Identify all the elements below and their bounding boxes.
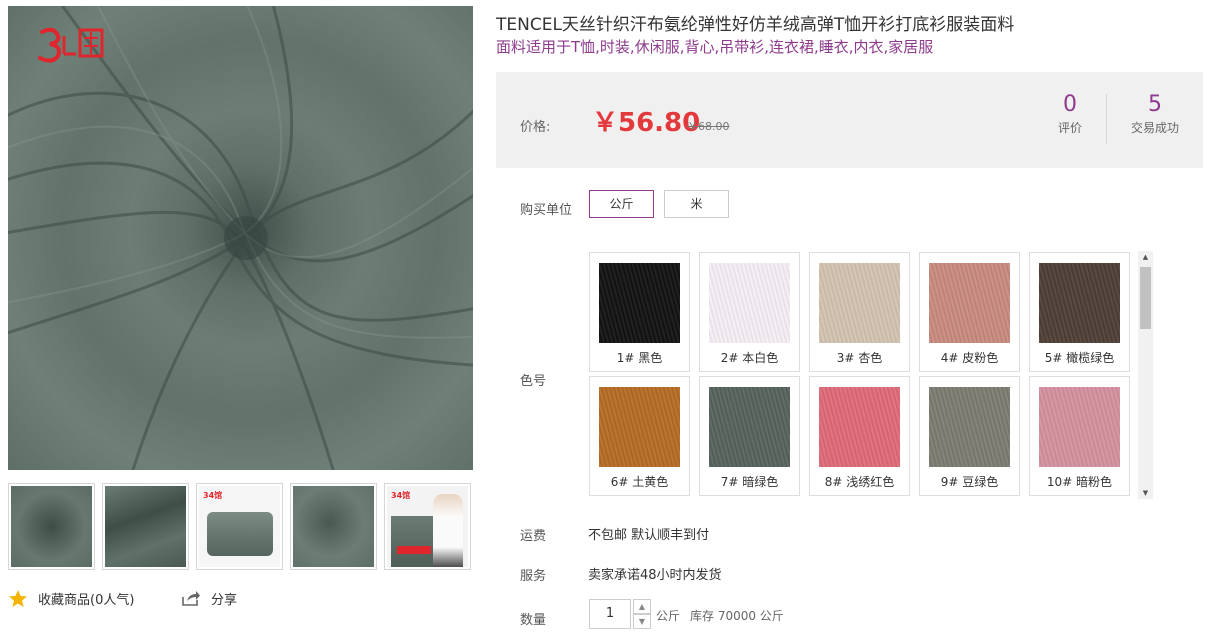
color-swatch[interactable]: 6# 土黄色 bbox=[589, 376, 690, 496]
quantity-label: 数量 bbox=[520, 613, 547, 628]
color-swatch[interactable]: 2# 本白色 bbox=[699, 252, 800, 372]
quantity-increase-icon[interactable]: ▲ bbox=[633, 599, 651, 614]
favorite-button[interactable]: 收藏商品(0人气) bbox=[8, 588, 134, 608]
color-name: 4# 皮粉色 bbox=[940, 351, 999, 365]
sales-stat: 5 交易成功 bbox=[1115, 92, 1195, 136]
thumbnail-3[interactable]: 34馆 bbox=[196, 483, 283, 570]
brand-logo bbox=[36, 24, 106, 66]
quantity-input[interactable]: 1 bbox=[589, 599, 631, 629]
product-title: TENCEL天丝针织汗布氨纶弹性好仿羊绒高弹T恤开衫打底衫服装面料 bbox=[496, 15, 1015, 35]
swatch-scrollbar[interactable]: ▲ ▼ bbox=[1138, 251, 1153, 499]
stat-divider bbox=[1106, 94, 1107, 144]
price-label: 价格: bbox=[520, 120, 551, 135]
color-name: 2# 本白色 bbox=[720, 351, 779, 365]
color-swatch[interactable]: 10# 暗粉色 bbox=[1029, 376, 1130, 496]
color-name: 7# 暗绿色 bbox=[720, 475, 779, 489]
thumbnail-1[interactable] bbox=[8, 483, 95, 570]
star-icon bbox=[8, 589, 28, 608]
original-price: ￥68.00 bbox=[687, 120, 730, 133]
shipping-value: 不包邮 默认顺丰到付 bbox=[588, 528, 710, 543]
color-swatch[interactable]: 4# 皮粉色 bbox=[919, 252, 1020, 372]
product-subtitle: 面料适用于T恤,时装,休闲服,背心,吊带衫,连衣裙,睡衣,内衣,家居服 bbox=[496, 38, 934, 56]
share-icon bbox=[181, 589, 201, 607]
color-swatch[interactable]: 1# 黑色 bbox=[589, 252, 690, 372]
stock-info: 库存 70000 公斤 bbox=[690, 609, 784, 623]
color-swatch[interactable]: 7# 暗绿色 bbox=[699, 376, 800, 496]
thumbnail-5[interactable]: 34馆 bbox=[384, 483, 471, 570]
color-swatch[interactable]: 3# 杏色 bbox=[809, 252, 910, 372]
color-chip bbox=[1039, 263, 1120, 343]
color-swatch[interactable]: 9# 豆绿色 bbox=[919, 376, 1020, 496]
unit-option-meter[interactable]: 米 bbox=[664, 190, 729, 218]
sales-label: 交易成功 bbox=[1130, 121, 1179, 135]
favorite-label: 收藏商品(0人气) bbox=[38, 592, 135, 608]
color-chip bbox=[599, 387, 680, 467]
shipping-label: 运费 bbox=[520, 529, 547, 544]
color-name: 8# 浅绣红色 bbox=[824, 475, 895, 489]
color-chip bbox=[709, 387, 790, 467]
quantity-decrease-icon[interactable]: ▼ bbox=[633, 614, 651, 629]
scrollbar-thumb[interactable] bbox=[1140, 267, 1151, 329]
color-name: 6# 土黄色 bbox=[610, 475, 669, 489]
price-panel: 价格: ￥56.80 ￥68.00 0 评价 5 交易成功 bbox=[496, 72, 1203, 168]
color-chip bbox=[819, 387, 900, 467]
fabric-texture bbox=[8, 6, 473, 470]
purchase-unit-label: 购买单位 bbox=[520, 203, 573, 218]
main-product-image[interactable] bbox=[8, 6, 473, 470]
current-price: ￥56.80 bbox=[592, 108, 701, 138]
color-chip bbox=[599, 263, 680, 343]
color-chip bbox=[929, 387, 1010, 467]
quantity-unit: 公斤 bbox=[656, 609, 681, 623]
thumbnail-logo: 34馆 bbox=[203, 491, 223, 500]
thumbnail-strip: 34馆 34馆 bbox=[8, 483, 473, 571]
scroll-up-icon[interactable]: ▲ bbox=[1138, 251, 1153, 263]
share-label: 分享 bbox=[211, 592, 238, 608]
thumbnail-4[interactable] bbox=[290, 483, 377, 570]
reviews-label: 评价 bbox=[1057, 121, 1082, 135]
color-name: 3# 杏色 bbox=[836, 351, 883, 365]
sales-count: 5 bbox=[1148, 92, 1162, 117]
thumbnail-logo: 34馆 bbox=[391, 491, 411, 500]
color-chip bbox=[819, 263, 900, 343]
color-name: 9# 豆绿色 bbox=[940, 475, 999, 489]
color-name: 1# 黑色 bbox=[616, 351, 663, 365]
color-swatch-panel: 1# 黑色 2# 本白色 3# 杏色 4# 皮粉色 5# 橄榄绿色 6# 土黄色… bbox=[586, 250, 1154, 500]
reviews-count: 0 bbox=[1063, 92, 1077, 117]
service-label: 服务 bbox=[520, 569, 547, 584]
reviews-stat[interactable]: 0 评价 bbox=[1030, 92, 1110, 136]
unit-option-kg[interactable]: 公斤 bbox=[589, 190, 654, 218]
color-label: 色号 bbox=[520, 374, 547, 389]
color-chip bbox=[929, 263, 1010, 343]
color-chip bbox=[709, 263, 790, 343]
color-swatch[interactable]: 5# 橄榄绿色 bbox=[1029, 252, 1130, 372]
scroll-down-icon[interactable]: ▼ bbox=[1138, 487, 1153, 499]
thumbnail-2[interactable] bbox=[102, 483, 189, 570]
service-value: 卖家承诺48小时内发货 bbox=[588, 568, 722, 583]
color-name: 5# 橄榄绿色 bbox=[1044, 351, 1115, 365]
color-swatch[interactable]: 8# 浅绣红色 bbox=[809, 376, 910, 496]
color-name: 10# 暗粉色 bbox=[1046, 475, 1113, 489]
share-button[interactable]: 分享 bbox=[181, 588, 237, 608]
color-chip bbox=[1039, 387, 1120, 467]
